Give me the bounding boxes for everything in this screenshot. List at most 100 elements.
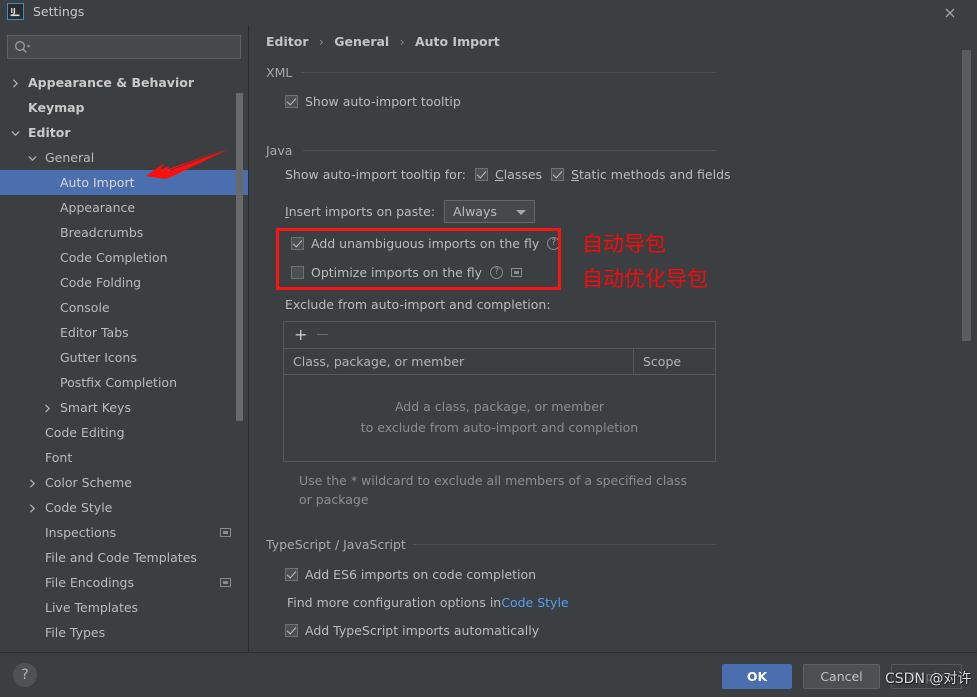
sidebar-item-label: File and Code Templates bbox=[45, 550, 197, 565]
sidebar-item-label: Inspections bbox=[45, 525, 117, 540]
sidebar-item-label: Appearance bbox=[60, 200, 136, 215]
sidebar-item-file-and-code-templates[interactable]: File and Code Templates bbox=[0, 545, 248, 570]
watermark: CSDN @对许 bbox=[885, 671, 972, 687]
add-es6-imports-row[interactable]: Add ES6 imports on code completion bbox=[285, 567, 536, 582]
sidebar-item-file-types[interactable]: File Types bbox=[0, 620, 248, 645]
sidebar-item-keymap[interactable]: Keymap bbox=[0, 95, 248, 120]
breadcrumb-mid: General bbox=[334, 34, 390, 49]
show-auto-import-tooltip-label: Show auto-import tooltip bbox=[305, 94, 461, 109]
annotation-note-1: 自动导包 bbox=[582, 232, 666, 256]
optimize-imports-checkbox[interactable] bbox=[291, 266, 304, 279]
close-icon[interactable] bbox=[940, 4, 960, 22]
show-auto-import-tooltip-row[interactable]: Show auto-import tooltip bbox=[285, 94, 461, 109]
insert-imports-on-paste-select[interactable]: Always bbox=[444, 200, 536, 223]
add-typescript-imports-row[interactable]: Add TypeScript imports automatically bbox=[285, 623, 539, 638]
wildcard-hint: Use the * wildcard to exclude all member… bbox=[299, 473, 688, 507]
static-label-rest: tatic methods and fields bbox=[579, 167, 731, 182]
sidebar-item-label: Code Style bbox=[45, 500, 113, 515]
code-style-link[interactable]: Code Style bbox=[501, 595, 568, 610]
sidebar-item-code-completion[interactable]: Code Completion bbox=[0, 245, 248, 270]
add-unambiguous-imports-checkbox[interactable] bbox=[291, 237, 304, 250]
static-methods-checkbox[interactable] bbox=[551, 168, 565, 181]
find-more-options-row: Find more configuration options in Code … bbox=[287, 595, 569, 610]
sidebar-item-code-style[interactable]: Code Style bbox=[0, 495, 248, 520]
exclude-table-toolbar: + bbox=[284, 322, 715, 349]
sidebar-item-postfix-completion[interactable]: Postfix Completion bbox=[0, 370, 248, 395]
sidebar-item-label: General bbox=[45, 150, 95, 165]
chevron-down-icon[interactable] bbox=[10, 127, 21, 138]
intellij-idea-icon: IJ bbox=[7, 3, 24, 20]
chevron-right-icon[interactable] bbox=[27, 477, 38, 488]
chevron-right-icon[interactable] bbox=[10, 77, 21, 88]
minus-icon bbox=[317, 334, 328, 335]
settings-main-panel: Editor › General › Auto Import XML Show … bbox=[249, 25, 977, 652]
find-more-options-prefix: Find more configuration options in bbox=[287, 595, 502, 610]
sidebar-item-scope-icon bbox=[220, 578, 231, 587]
classes-checkbox[interactable] bbox=[474, 168, 488, 181]
sidebar-item-label: File Encodings bbox=[45, 575, 135, 590]
add-typescript-imports-label: Add TypeScript imports automatically bbox=[305, 623, 540, 638]
sidebar-item-live-templates[interactable]: Live Templates bbox=[0, 595, 248, 620]
section-title-java: Java bbox=[266, 143, 300, 158]
insert-imports-on-paste-row[interactable]: Insert imports on paste: Always bbox=[285, 200, 536, 223]
sidebar-item-label: Keymap bbox=[28, 100, 85, 115]
sidebar-item-label: Live Templates bbox=[45, 600, 139, 615]
sidebar-item-label: File Types bbox=[45, 625, 106, 640]
optimize-imports-row[interactable]: Optimize imports on the fly ? bbox=[291, 265, 523, 280]
sidebar-item-breadcrumbs[interactable]: Breadcrumbs bbox=[0, 220, 248, 245]
sidebar-item-appearance-behavior[interactable]: Appearance & Behavior bbox=[0, 70, 248, 95]
sidebar-item-gutter-icons[interactable]: Gutter Icons bbox=[0, 345, 248, 370]
show-auto-import-tooltip-checkbox[interactable] bbox=[285, 95, 298, 108]
main-panel-scrollbar-thumb[interactable] bbox=[962, 50, 971, 341]
cancel-button[interactable]: Cancel bbox=[803, 664, 880, 689]
chevron-right-icon[interactable] bbox=[27, 502, 38, 513]
section-rule-xml bbox=[301, 72, 716, 73]
sidebar-item-editor[interactable]: Editor bbox=[0, 120, 248, 145]
add-unambiguous-imports-row[interactable]: Add unambiguous imports on the fly ? bbox=[291, 236, 561, 251]
chevron-right-icon[interactable] bbox=[42, 402, 53, 413]
sidebar-item-inspections[interactable]: Inspections bbox=[0, 520, 248, 545]
svg-text:IJ: IJ bbox=[11, 7, 16, 15]
chevron-down-icon[interactable] bbox=[27, 152, 38, 163]
search-field[interactable] bbox=[7, 35, 241, 59]
help-icon[interactable]: ? bbox=[547, 237, 561, 250]
sidebar-item-appearance[interactable]: Appearance bbox=[0, 195, 248, 220]
sidebar-item-label: Smart Keys bbox=[60, 400, 131, 415]
sidebar-item-editor-tabs[interactable]: Editor Tabs bbox=[0, 320, 248, 345]
sidebar-item-console[interactable]: Console bbox=[0, 295, 248, 320]
sidebar-item-label: Code Editing bbox=[45, 425, 125, 440]
exclude-table-empty-state: Add a class, package, or member to exclu… bbox=[284, 375, 715, 438]
section-rule-tsjs bbox=[394, 544, 716, 545]
help-icon[interactable]: ? bbox=[490, 266, 504, 279]
show-auto-import-tooltip-for-row[interactable]: Show auto-import tooltip for: Classes St… bbox=[285, 167, 731, 182]
sidebar-item-font[interactable]: Font bbox=[0, 445, 248, 470]
window-title: Settings bbox=[33, 4, 85, 19]
sidebar-item-code-folding[interactable]: Code Folding bbox=[0, 270, 248, 295]
search-icon bbox=[14, 40, 32, 55]
exclude-table[interactable]: + Class, package, or member Scope Add a … bbox=[283, 321, 716, 462]
sidebar-item-color-scheme[interactable]: Color Scheme bbox=[0, 470, 248, 495]
column-header-scope: Scope bbox=[643, 354, 682, 369]
search-input[interactable] bbox=[36, 38, 240, 59]
sidebar-scrollbar-thumb[interactable] bbox=[236, 93, 243, 421]
static-mnemonic: S bbox=[571, 167, 579, 182]
add-es6-imports-checkbox[interactable] bbox=[285, 568, 298, 581]
help-button[interactable]: ? bbox=[13, 663, 37, 687]
ok-button[interactable]: OK bbox=[722, 664, 792, 689]
plus-icon[interactable]: + bbox=[294, 327, 307, 343]
insert-imports-label: Insert imports on paste: bbox=[285, 204, 435, 219]
sidebar-item-label: Postfix Completion bbox=[60, 375, 177, 390]
sidebar-item-smart-keys[interactable]: Smart Keys bbox=[0, 395, 248, 420]
insert-label-rest: nsert imports on paste: bbox=[288, 204, 436, 219]
classes-label-rest: lasses bbox=[503, 167, 543, 182]
sidebar-item-file-encodings[interactable]: File Encodings bbox=[0, 570, 248, 595]
sidebar-item-scope-icon bbox=[220, 528, 231, 537]
add-typescript-imports-checkbox[interactable] bbox=[285, 624, 298, 637]
sidebar-item-label: Code Completion bbox=[60, 250, 168, 265]
sidebar-item-label: Console bbox=[60, 300, 110, 315]
sidebar-item-label: Editor bbox=[28, 125, 71, 140]
project-scope-icon[interactable] bbox=[511, 268, 523, 277]
sidebar-item-code-editing[interactable]: Code Editing bbox=[0, 420, 248, 445]
breadcrumb-separator: › bbox=[399, 34, 405, 49]
breadcrumb-root: Editor bbox=[266, 34, 309, 49]
